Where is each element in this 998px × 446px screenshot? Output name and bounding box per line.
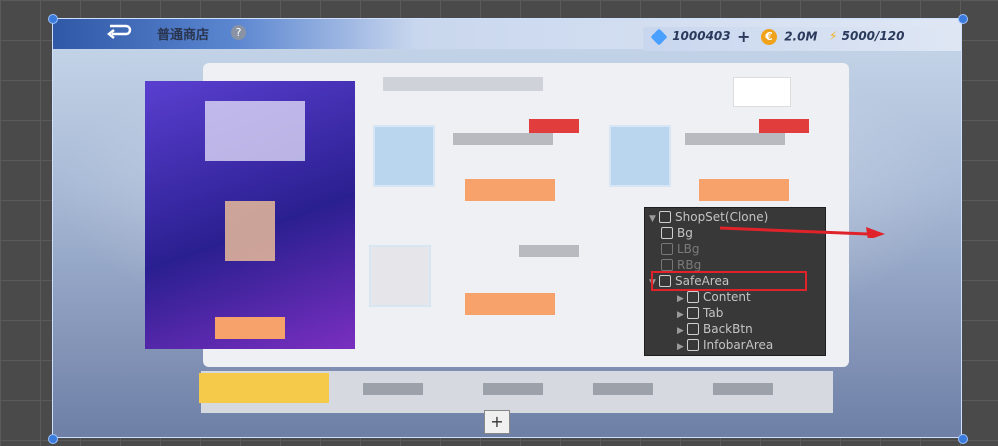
- node-label: RBg: [677, 258, 702, 272]
- node-label: LBg: [677, 242, 700, 256]
- blurred-header: [383, 77, 543, 91]
- gameobject-cube-icon: [661, 243, 673, 255]
- gameobject-cube-icon: [687, 307, 699, 319]
- tab-active[interactable]: [199, 373, 329, 403]
- gameobject-cube-icon: [687, 323, 699, 335]
- hierarchy-node-bg[interactable]: Bg: [661, 225, 693, 241]
- node-label: ShopSet(Clone): [675, 210, 769, 224]
- featured-buy-button[interactable]: [215, 317, 285, 339]
- gameobject-cube-icon: [661, 259, 673, 271]
- tab-item[interactable]: [363, 383, 423, 395]
- gem-counter: 1000403: [650, 28, 731, 45]
- rect-handle[interactable]: [958, 434, 968, 444]
- coin-value: 2.0M: [784, 29, 818, 44]
- shop-item-image[interactable]: [369, 245, 431, 307]
- highlight-box: [651, 271, 807, 291]
- hierarchy-node-shopset[interactable]: ▼ ShopSet(Clone): [649, 209, 768, 225]
- hierarchy-node-tab[interactable]: ▶ Tab: [677, 305, 723, 321]
- tab-item[interactable]: [483, 383, 543, 395]
- item-name-blur: [453, 133, 553, 145]
- coin-counter: € 2.0M: [761, 29, 817, 45]
- rect-handle[interactable]: [48, 14, 58, 24]
- buy-button[interactable]: [699, 179, 789, 201]
- featured-item-card[interactable]: [145, 81, 355, 349]
- hierarchy-node-lbg[interactable]: LBg: [661, 241, 700, 257]
- featured-item-banner: [205, 101, 305, 161]
- collapse-arrow-icon[interactable]: ▶: [677, 339, 687, 355]
- gameobject-cube-icon: [687, 291, 699, 303]
- back-button[interactable]: [101, 23, 137, 43]
- gem-icon: [650, 28, 668, 45]
- buy-button[interactable]: [465, 293, 555, 315]
- blurred-refresh: [733, 77, 791, 107]
- buy-button[interactable]: [465, 179, 555, 201]
- energy-value: 5000/120: [841, 29, 905, 43]
- hierarchy-node-content[interactable]: ▶ Content: [677, 289, 751, 305]
- hierarchy-node-backbtn[interactable]: ▶ BackBtn: [677, 321, 753, 337]
- lightning-icon: ⚡: [829, 29, 838, 43]
- node-label: BackBtn: [703, 322, 753, 336]
- node-label: Bg: [677, 226, 693, 240]
- tab-item[interactable]: [593, 383, 653, 395]
- help-icon[interactable]: ?: [231, 25, 246, 40]
- expand-arrow-icon[interactable]: ▼: [649, 211, 659, 227]
- shop-item-image[interactable]: [609, 125, 671, 187]
- pivot-add-button[interactable]: +: [484, 410, 510, 434]
- annotation-arrow: [720, 226, 885, 238]
- rect-handle[interactable]: [958, 14, 968, 24]
- shop-item-image[interactable]: [373, 125, 435, 187]
- node-label: Content: [703, 290, 751, 304]
- gameobject-cube-icon: [687, 339, 699, 351]
- item-name-blur: [519, 245, 579, 257]
- rect-handle[interactable]: [48, 434, 58, 444]
- currency-bar: 1000403 + € 2.0M ⚡ 5000/120: [643, 27, 961, 51]
- discount-tag: [529, 119, 579, 133]
- gem-value: 1000403: [672, 29, 731, 43]
- energy-counter: ⚡ 5000/120: [829, 29, 904, 43]
- item-name-blur: [685, 133, 785, 145]
- node-label: InfobarArea: [703, 338, 774, 352]
- node-label: Tab: [703, 306, 724, 320]
- add-gems-button[interactable]: +: [737, 27, 750, 46]
- discount-tag: [759, 119, 809, 133]
- shop-title: 普通商店: [157, 28, 210, 43]
- tab-item[interactable]: [713, 383, 773, 395]
- gameobject-cube-icon: [661, 227, 673, 239]
- gameobject-cube-icon: [659, 211, 671, 223]
- coin-icon: €: [761, 29, 777, 45]
- return-arrow-icon: [106, 24, 132, 39]
- hierarchy-node-infobararea[interactable]: ▶ InfobarArea: [677, 337, 773, 353]
